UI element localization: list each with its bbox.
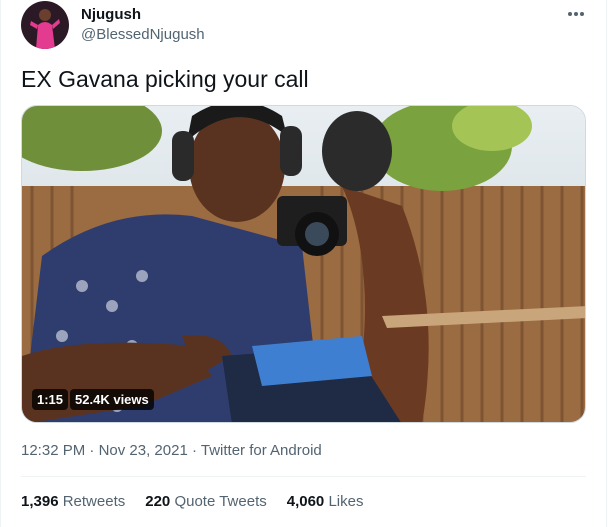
quote-tweets-stat[interactable]: 220 Quote Tweets (145, 493, 266, 510)
meta-separator: · (187, 442, 201, 459)
retweets-stat[interactable]: 1,396 Retweets (21, 493, 125, 510)
tweet-header: Njugush @BlessedNjugush (21, 0, 591, 52)
tweet-source[interactable]: Twitter for Android (201, 442, 322, 459)
retweets-label: Retweets (62, 493, 126, 510)
divider (21, 476, 586, 477)
more-horizontal-icon[interactable] (561, 2, 591, 26)
quote-tweets-count: 220 (145, 493, 171, 510)
retweets-count: 1,396 (21, 493, 59, 510)
likes-stat[interactable]: 4,060 Likes (287, 493, 364, 510)
video-duration: 1:15 (32, 389, 69, 410)
video-badges: 1:15 52.4K views (32, 389, 154, 410)
video-player[interactable]: 1:15 52.4K views (21, 105, 586, 423)
likes-count: 4,060 (286, 493, 325, 510)
video-views: 52.4K views (70, 389, 154, 410)
avatar[interactable] (21, 1, 69, 49)
left-border (0, 0, 1, 527)
quote-tweets-label: Quote Tweets (174, 493, 267, 510)
tweet-text: EX Gavana picking your call (21, 66, 309, 92)
author-name[interactable]: Njugush (81, 6, 141, 23)
video-thumbnail (22, 106, 585, 422)
right-border (606, 0, 607, 527)
tweet-stats: 1,396 Retweets 220 Quote Tweets 4,060 Li… (21, 493, 383, 510)
tweet-date[interactable]: Nov 23, 2021 (99, 442, 188, 459)
tweet-time[interactable]: 12:32 PM (21, 442, 85, 459)
meta-separator: · (85, 442, 99, 459)
author-handle[interactable]: @BlessedNjugush (81, 26, 205, 43)
tweet-meta: 12:32 PM · Nov 23, 2021 · Twitter for An… (21, 442, 322, 459)
likes-label: Likes (328, 493, 364, 510)
